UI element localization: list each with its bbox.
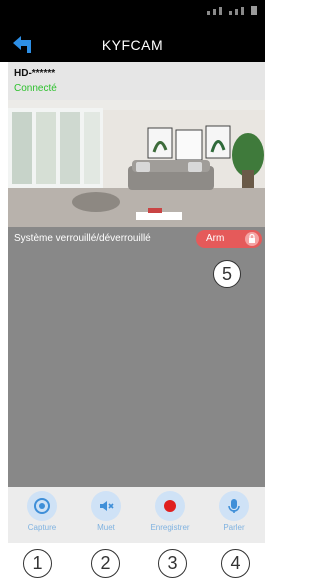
capture-label: Capture xyxy=(27,523,57,532)
annotation-marker-5: 5 xyxy=(213,260,241,288)
annotation-marker-2: 2 xyxy=(91,549,120,578)
app-bar: KYFCAM xyxy=(0,30,265,62)
camera-room-image xyxy=(8,100,265,227)
status-bar xyxy=(0,0,265,30)
arm-toggle-label: Arm xyxy=(206,233,225,244)
talk-label: Parler xyxy=(223,523,245,532)
mute-button[interactable]: Muet xyxy=(76,487,136,532)
annotation-markers: 1 2 3 4 xyxy=(0,543,265,581)
speaker-mute-icon xyxy=(91,491,121,521)
device-status: Connecté xyxy=(14,83,57,94)
status-icons xyxy=(207,6,257,15)
arm-toggle[interactable]: Arm xyxy=(196,230,262,248)
record-label: Enregistrer xyxy=(150,523,190,532)
annotation-marker-3: 3 xyxy=(158,549,187,578)
talk-button[interactable]: Parler xyxy=(204,487,264,532)
mute-label: Muet xyxy=(97,523,115,532)
capture-icon xyxy=(27,491,57,521)
device-info-panel: HD-****** Connecté xyxy=(8,62,265,100)
annotation-marker-1: 1 xyxy=(23,549,52,578)
record-icon xyxy=(155,491,185,521)
record-button[interactable]: Enregistrer xyxy=(140,487,200,532)
lock-status-label: Système verrouillé/déverrouillé xyxy=(14,233,151,244)
bottom-toolbar: Capture Muet Enregistrer Parler xyxy=(8,487,265,543)
battery-icon xyxy=(251,6,257,15)
control-area: Système verrouillé/déverrouillé Arm 5 xyxy=(8,227,265,487)
app-title: KYFCAM xyxy=(101,37,164,53)
device-name: HD-****** xyxy=(14,68,56,79)
annotation-marker-4: 4 xyxy=(221,549,250,578)
microphone-icon xyxy=(219,491,249,521)
lock-icon xyxy=(245,232,259,246)
capture-button[interactable]: Capture xyxy=(12,487,72,532)
camera-live-view[interactable] xyxy=(8,100,265,227)
